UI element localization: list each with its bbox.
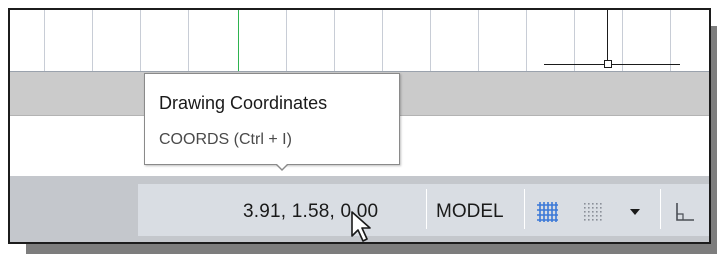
tooltip-command: COORDS (Ctrl + I) [159, 131, 292, 148]
tooltip-title: Drawing Coordinates [159, 93, 328, 113]
status-bar-left [10, 176, 138, 242]
model-space-button[interactable]: MODEL [436, 201, 504, 223]
status-bar-tray [138, 184, 709, 236]
grid-line [334, 10, 335, 72]
grid-line [188, 10, 189, 72]
grid-line [286, 10, 287, 72]
grid-line [622, 10, 623, 72]
pickbox-icon [604, 60, 612, 68]
grid-line [574, 10, 575, 72]
snap-icon[interactable] [582, 201, 604, 223]
coordinates-tooltip: Drawing Coordinates COORDS (Ctrl + I) [144, 73, 400, 165]
crosshair-horizontal [544, 64, 680, 65]
application-window: 3.91, 1.58, 0.00 MODEL Drawing Coordinat… [8, 8, 711, 244]
grid-line [526, 10, 527, 72]
ortho-icon[interactable] [674, 201, 696, 223]
window-shadow [26, 244, 717, 254]
grid-line [92, 10, 93, 72]
grid-line [382, 10, 383, 72]
drawing-canvas[interactable] [10, 10, 709, 72]
grid-line [670, 10, 671, 72]
chevron-down-icon[interactable] [630, 209, 640, 215]
separator [426, 189, 427, 229]
grid-icon[interactable] [536, 201, 558, 223]
separator [524, 189, 525, 229]
window-shadow [711, 26, 717, 254]
grid-line [44, 10, 45, 72]
y-axis-line [238, 10, 239, 72]
mouse-cursor-icon [351, 211, 371, 242]
crosshair-vertical [607, 10, 608, 64]
separator [660, 189, 661, 229]
grid-line [430, 10, 431, 72]
grid-line [478, 10, 479, 72]
tooltip-pointer [276, 163, 288, 169]
grid-line [140, 10, 141, 72]
